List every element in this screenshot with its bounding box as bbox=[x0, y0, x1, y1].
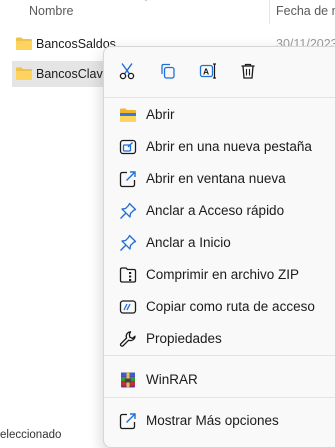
column-divider[interactable] bbox=[269, 0, 270, 24]
svg-text:A: A bbox=[203, 67, 209, 77]
menu-item-label: Abrir en una nueva pestaña bbox=[146, 139, 312, 154]
menu-item-pin-start[interactable]: Anclar a Inicio bbox=[108, 228, 335, 258]
new-tab-icon bbox=[119, 139, 137, 155]
menu-item-show-more-options[interactable]: Mostrar Más opciones bbox=[108, 406, 335, 436]
winrar-icon bbox=[121, 372, 135, 388]
column-date-header[interactable]: Fecha de m bbox=[276, 4, 335, 18]
menu-item-label: Anclar a Acceso rápido bbox=[146, 203, 285, 218]
cut-button[interactable] bbox=[115, 59, 139, 83]
folder-open-icon bbox=[120, 108, 136, 122]
pin-start-icon bbox=[120, 234, 137, 251]
menu-separator bbox=[104, 355, 335, 356]
rename-button[interactable]: A bbox=[196, 59, 220, 83]
menu-item-label: Anclar a Inicio bbox=[146, 235, 231, 250]
menu-item-open-new-tab[interactable]: Abrir en una nueva pestaña bbox=[108, 132, 335, 162]
menu-item-copy-as-path[interactable]: Copiar como ruta de acceso bbox=[108, 292, 335, 322]
column-name-header[interactable]: Nombre bbox=[29, 4, 73, 18]
menu-separator bbox=[104, 97, 335, 98]
delete-button[interactable] bbox=[236, 59, 260, 83]
context-menu: A Abrir Abrir en una nueva pestaña Abrir… bbox=[103, 46, 335, 448]
menu-item-label: Comprimir en archivo ZIP bbox=[146, 267, 300, 282]
column-header: Nombre Fecha de m bbox=[0, 0, 335, 26]
copy-path-icon bbox=[119, 300, 137, 314]
pin-icon bbox=[120, 202, 137, 219]
menu-item-properties[interactable]: Propiedades bbox=[108, 324, 335, 354]
menu-item-open[interactable]: Abrir bbox=[108, 100, 335, 130]
more-options-icon bbox=[119, 413, 136, 430]
menu-item-label: Copiar como ruta de acceso bbox=[146, 299, 315, 314]
scissors-icon bbox=[119, 63, 135, 80]
rename-icon: A bbox=[199, 63, 216, 79]
menu-item-label: Abrir bbox=[146, 107, 175, 122]
quick-actions-bar: A bbox=[104, 47, 335, 95]
copy-button[interactable] bbox=[156, 59, 180, 83]
menu-item-label: Mostrar Más opciones bbox=[146, 413, 279, 428]
menu-item-open-new-window[interactable]: Abrir en ventana nueva bbox=[108, 164, 335, 194]
menu-separator bbox=[104, 397, 335, 398]
menu-item-compress-zip[interactable]: Comprimir en archivo ZIP bbox=[108, 260, 335, 290]
folder-icon bbox=[16, 37, 32, 50]
copy-icon bbox=[161, 63, 175, 79]
menu-item-label: Propiedades bbox=[146, 331, 222, 346]
sort-chevron-icon[interactable] bbox=[140, 0, 152, 4]
menu-item-pin-quick-access[interactable]: Anclar a Acceso rápido bbox=[108, 196, 335, 226]
wrench-icon bbox=[119, 331, 136, 347]
menu-item-label: Abrir en ventana nueva bbox=[146, 171, 286, 186]
file-name: BancosClave bbox=[36, 67, 110, 81]
status-bar-text: eleccionado bbox=[0, 429, 62, 441]
file-row-selected[interactable]: BancosClave bbox=[12, 61, 112, 87]
menu-item-label: WinRAR bbox=[146, 372, 198, 387]
trash-icon bbox=[241, 63, 255, 79]
menu-item-winrar[interactable]: WinRAR bbox=[108, 365, 335, 395]
zip-icon bbox=[119, 267, 137, 283]
new-window-icon bbox=[119, 171, 136, 188]
folder-icon bbox=[16, 67, 32, 80]
